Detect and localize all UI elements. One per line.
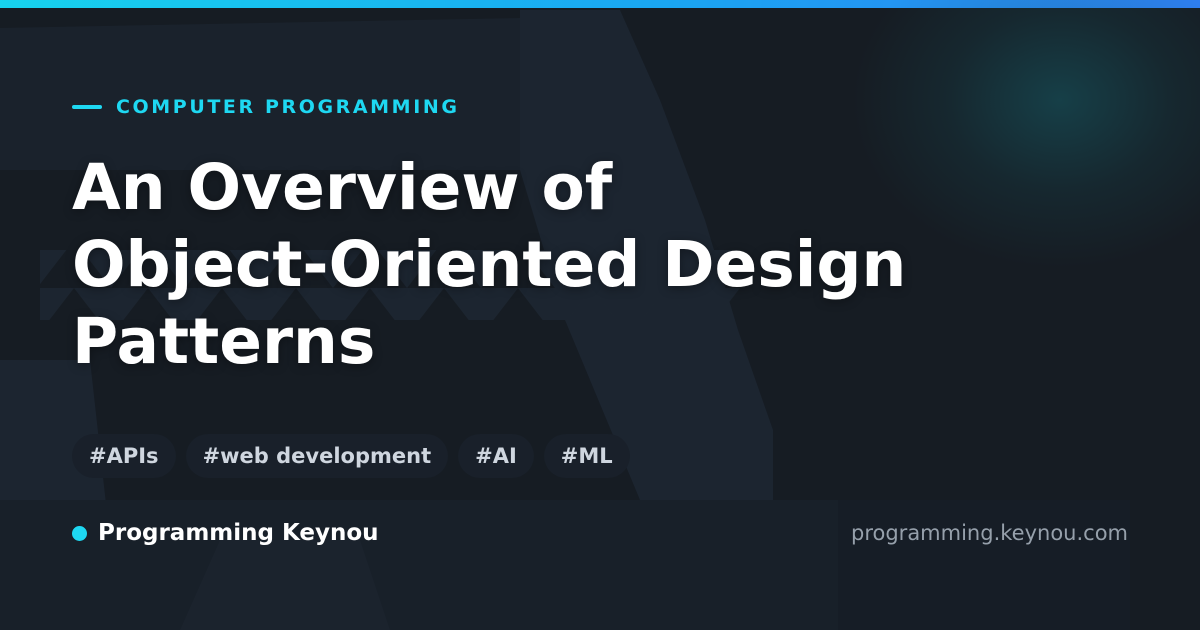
brand-dot-icon: [72, 525, 87, 541]
category-accent-line: [72, 105, 102, 109]
brand-name: Programming Keynou: [98, 520, 379, 546]
title-line-3: Patterns: [72, 305, 376, 378]
tag-ai: #AI: [458, 434, 534, 478]
tag-ml: #ML: [543, 434, 630, 478]
category-label: COMPUTER PROGRAMMING: [72, 94, 460, 120]
brand: Programming Keynou: [72, 516, 379, 550]
article-title: An Overview of Object-Oriented Design Pa…: [72, 149, 1112, 380]
social-share-card: COMPUTER PROGRAMMING An Overview of Obje…: [0, 0, 1200, 630]
tag-apis: #APIs: [72, 434, 176, 478]
title-line-1: An Overview of: [72, 151, 613, 224]
tag-web-development: #web development: [185, 434, 449, 478]
category-text: COMPUTER PROGRAMMING: [116, 96, 460, 118]
site-url: programming.keynou.com: [851, 521, 1128, 545]
title-line-2: Object-Oriented Design: [72, 228, 907, 301]
tag-list: #APIs #web development #AI #ML: [72, 434, 640, 478]
